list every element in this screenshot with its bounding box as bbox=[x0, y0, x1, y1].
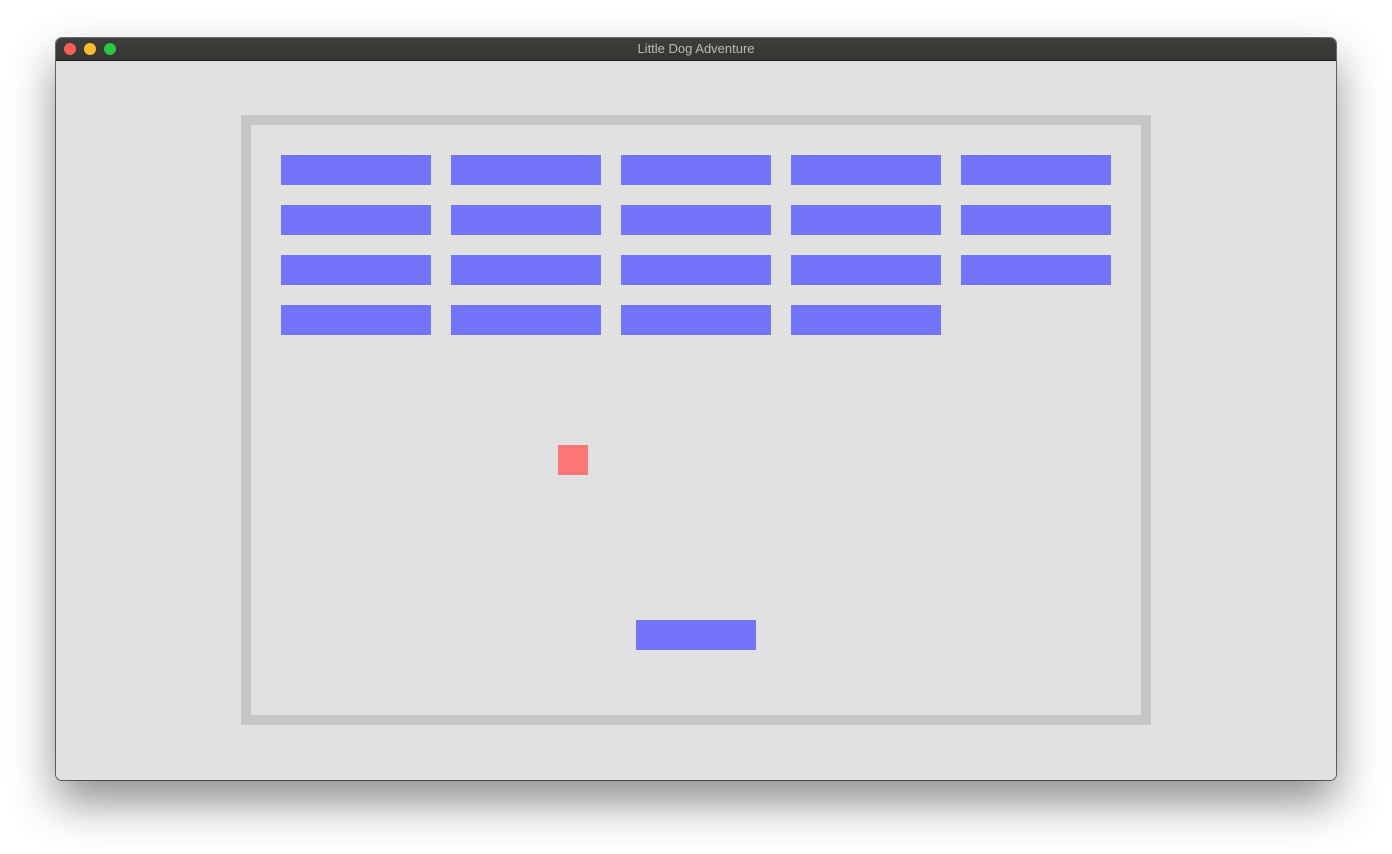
brick bbox=[791, 205, 941, 235]
brick bbox=[451, 255, 601, 285]
brick bbox=[791, 155, 941, 185]
brick bbox=[281, 305, 431, 335]
brick bbox=[451, 155, 601, 185]
brick bbox=[621, 155, 771, 185]
paddle[interactable] bbox=[636, 620, 756, 650]
brick bbox=[621, 205, 771, 235]
game-window: Little Dog Adventure bbox=[56, 38, 1336, 780]
brick bbox=[281, 255, 431, 285]
brick bbox=[961, 205, 1111, 235]
brick bbox=[791, 305, 941, 335]
brick bbox=[621, 255, 771, 285]
game-canvas[interactable] bbox=[56, 61, 1336, 780]
ball bbox=[558, 445, 588, 475]
brick bbox=[791, 255, 941, 285]
title-bar[interactable]: Little Dog Adventure bbox=[56, 38, 1336, 61]
brick bbox=[451, 305, 601, 335]
play-field bbox=[241, 115, 1151, 725]
brick bbox=[961, 155, 1111, 185]
brick bbox=[961, 255, 1111, 285]
brick bbox=[281, 155, 431, 185]
brick bbox=[451, 205, 601, 235]
brick bbox=[621, 305, 771, 335]
brick bbox=[281, 205, 431, 235]
window-title: Little Dog Adventure bbox=[637, 41, 755, 56]
